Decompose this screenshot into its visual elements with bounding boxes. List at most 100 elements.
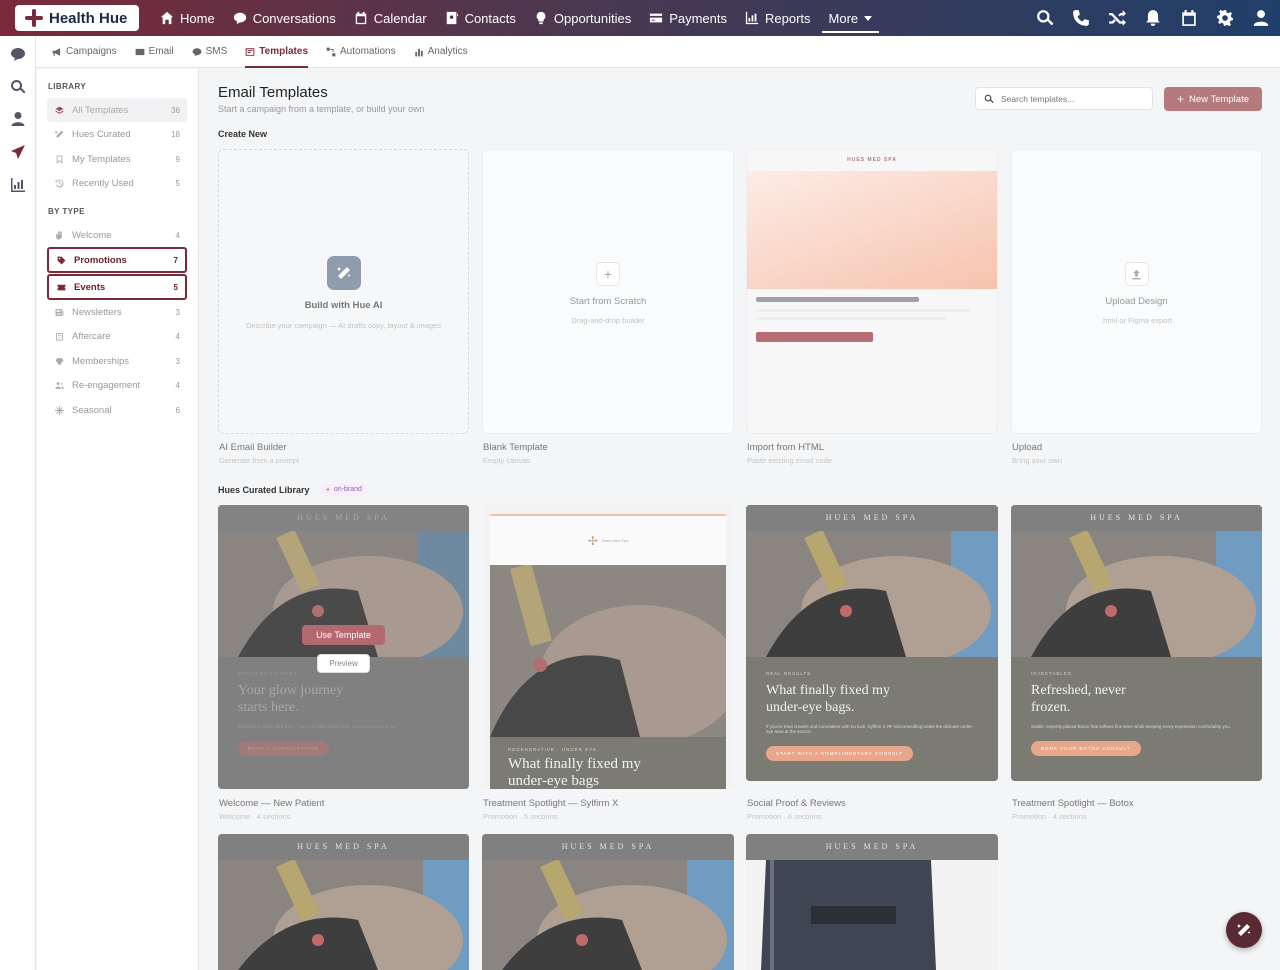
template-meta: Promotion · 6 sections bbox=[747, 812, 822, 821]
magic-wand-icon bbox=[54, 130, 64, 139]
template-caption: Welcome — New Patient bbox=[219, 798, 325, 809]
brand-logo[interactable]: Health Hue bbox=[15, 5, 139, 31]
subnav-analytics[interactable]: Analytics bbox=[414, 36, 468, 68]
nav-contacts[interactable]: Contacts bbox=[436, 0, 525, 36]
card-caption: Upload bbox=[1012, 442, 1043, 453]
search-icon[interactable] bbox=[1036, 9, 1054, 27]
template-search[interactable] bbox=[975, 87, 1153, 110]
sidebar-item-promotions[interactable]: Promotions 7 bbox=[47, 247, 187, 273]
user-icon[interactable] bbox=[10, 111, 26, 127]
flow-icon bbox=[326, 47, 336, 56]
sidebar-item-recently-used[interactable]: Recently Used 5 bbox=[47, 171, 187, 195]
search-input[interactable] bbox=[1001, 93, 1141, 104]
template-icon bbox=[245, 47, 255, 56]
search-icon[interactable] bbox=[10, 79, 26, 95]
treatment-photo bbox=[482, 860, 734, 970]
subnav-campaigns[interactable]: Campaigns bbox=[52, 36, 117, 68]
sidebar-item-newsletters[interactable]: Newsletters 3 bbox=[47, 300, 187, 324]
clipboard-icon bbox=[55, 332, 64, 341]
subnav-sms[interactable]: SMS bbox=[192, 36, 227, 68]
sidebar-item-aftercare[interactable]: Aftercare 4 bbox=[47, 324, 187, 348]
magic-wand-icon bbox=[1237, 924, 1251, 936]
chevron-down-icon bbox=[864, 15, 873, 21]
ai-assistant-button[interactable] bbox=[1226, 912, 1262, 948]
sidebar-item-re-engagement[interactable]: Re-engagement 4 bbox=[47, 373, 187, 397]
template-card[interactable]: HUES MED SPA bbox=[218, 834, 469, 970]
template-card-botox[interactable]: HUES MED SPA INJECTABLES Refreshed, neve… bbox=[1011, 505, 1262, 781]
treatment-photo bbox=[1011, 531, 1262, 657]
calendar-icon bbox=[355, 11, 367, 25]
nav-reports[interactable]: Reports bbox=[736, 0, 820, 36]
brand-name: Health Hue bbox=[49, 9, 128, 27]
gear-icon[interactable] bbox=[1216, 9, 1234, 27]
subnav-templates[interactable]: Templates bbox=[245, 36, 308, 68]
treatment-photo bbox=[490, 565, 726, 737]
tag-icon bbox=[57, 256, 66, 265]
sidebar-item-events[interactable]: Events 5 bbox=[47, 274, 187, 300]
megaphone-icon bbox=[52, 47, 61, 56]
snowflake-icon bbox=[55, 405, 64, 415]
template-card[interactable]: HUES MED SPA bbox=[482, 834, 734, 970]
bar-chart-icon bbox=[414, 48, 423, 56]
import-html-card[interactable]: HUES MED SPA bbox=[746, 149, 998, 434]
subnav-email[interactable]: Email bbox=[135, 36, 174, 68]
bell-icon[interactable] bbox=[1144, 9, 1162, 27]
sidebar-item-memberships[interactable]: Memberships 3 bbox=[47, 349, 187, 373]
nav-more[interactable]: More bbox=[820, 0, 882, 36]
template-card-social-proof[interactable]: HUES MED SPA REAL RESULTS What finally f… bbox=[746, 505, 998, 781]
phone-icon[interactable] bbox=[1072, 9, 1090, 27]
card-caption: AI Email Builder bbox=[219, 442, 287, 453]
send-icon[interactable] bbox=[10, 144, 26, 160]
nav-calendar[interactable]: Calendar bbox=[345, 0, 436, 36]
chart-icon[interactable] bbox=[10, 177, 26, 193]
preview-button[interactable]: Preview bbox=[317, 654, 370, 673]
by-type-section-title: BY TYPE bbox=[48, 207, 85, 216]
sidebar-item-my-templates[interactable]: My Templates 9 bbox=[47, 147, 187, 171]
card-caption-sub: Empty canvas bbox=[483, 456, 531, 465]
left-rail bbox=[0, 36, 36, 970]
nav-conversations[interactable]: Conversations bbox=[224, 0, 345, 36]
on-brand-badge: ✦ on-brand bbox=[320, 483, 367, 496]
template-card[interactable]: HUES MED SPA bbox=[746, 834, 998, 970]
email-header: ✢ Hues Med Spa bbox=[490, 516, 726, 565]
sidebar-item-seasonal[interactable]: Seasonal 6 bbox=[47, 398, 187, 422]
calendar-icon[interactable] bbox=[1180, 9, 1198, 27]
ai-builder-card[interactable]: Build with Hue AI Describe your campaign… bbox=[218, 149, 469, 434]
create-new-title: Create New bbox=[218, 129, 268, 139]
template-meta: Promotion · 4 sections bbox=[1012, 812, 1087, 821]
top-nav: Health Hue Home Conversations Calendar C… bbox=[0, 0, 1280, 36]
credit-card-icon bbox=[650, 13, 663, 23]
shuffle-icon[interactable] bbox=[1108, 9, 1126, 27]
card-caption: Import from HTML bbox=[747, 442, 825, 453]
blank-template-card[interactable]: + Start from Scratch Drag-and-drop build… bbox=[482, 149, 734, 434]
library-section-title: LIBRARY bbox=[48, 82, 87, 91]
chat-icon[interactable] bbox=[10, 46, 26, 62]
user-icon[interactable] bbox=[1252, 9, 1270, 27]
sidebar-item-all-templates[interactable]: All Templates 36 bbox=[47, 98, 187, 122]
logo-icon: ✢ bbox=[587, 533, 598, 548]
home-icon bbox=[160, 11, 174, 25]
nav-opportunities[interactable]: Opportunities bbox=[525, 0, 640, 36]
chat-icon bbox=[233, 12, 246, 25]
template-caption: Treatment Spotlight — Botox bbox=[1012, 798, 1134, 809]
sub-nav: Campaigns Email SMS Templates Automation… bbox=[36, 36, 1280, 68]
card-caption-sub: Paste existing email code bbox=[747, 456, 833, 465]
upload-card[interactable]: Upload Design .html or Figma export bbox=[1011, 149, 1262, 434]
skeleton-button bbox=[756, 332, 873, 342]
history-icon bbox=[55, 179, 64, 188]
template-caption: Treatment Spotlight — Sylfirm X bbox=[483, 798, 619, 809]
use-template-button[interactable]: Use Template bbox=[302, 625, 385, 645]
subnav-automations[interactable]: Automations bbox=[326, 36, 396, 68]
template-card-welcome[interactable]: HUES MED SPA WELCOME TO HUES Your glow j… bbox=[218, 505, 469, 789]
nav-payments[interactable]: Payments bbox=[640, 0, 736, 36]
plus-icon: + bbox=[1176, 92, 1184, 106]
sidebar-item-welcome[interactable]: Welcome 4 bbox=[47, 223, 187, 247]
template-caption: Social Proof & Reviews bbox=[747, 798, 846, 809]
plus-icon: + bbox=[596, 262, 620, 286]
template-card-sylfirm[interactable]: ✢ Hues Med Spa REGENERATIVE · UNDER EYE … bbox=[482, 505, 734, 789]
ticket-icon bbox=[57, 283, 66, 292]
new-template-button[interactable]: + New Template bbox=[1164, 87, 1262, 111]
sidebar-item-hues-curated[interactable]: Hues Curated 18 bbox=[47, 122, 187, 146]
nav-home[interactable]: Home bbox=[151, 0, 224, 36]
card-caption: Blank Template bbox=[483, 442, 548, 453]
